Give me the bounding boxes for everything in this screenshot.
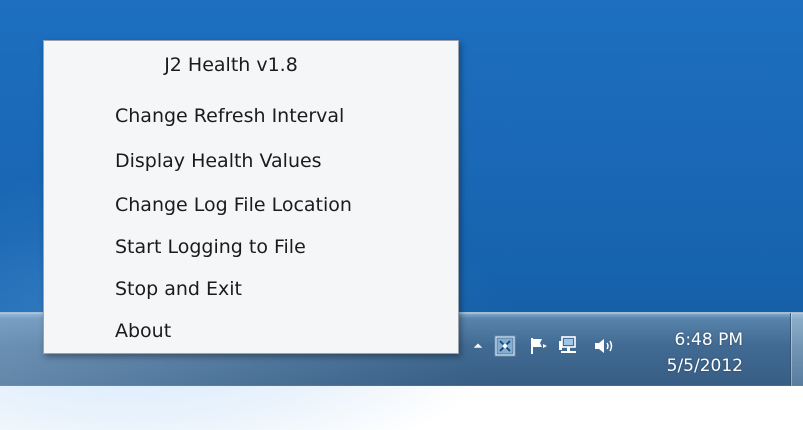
menu-item-about[interactable]: About [44, 310, 458, 352]
clock-date: 5/5/2012 [666, 356, 743, 376]
tray-context-menu: J2 Health v1.8 Change Refresh Interval D… [43, 40, 459, 354]
menu-item-change-refresh-interval[interactable]: Change Refresh Interval [44, 95, 458, 140]
show-hidden-icons-arrow-icon[interactable] [464, 331, 492, 361]
health-app-tray-icon[interactable] [491, 331, 519, 361]
show-desktop-button[interactable] [790, 313, 803, 386]
taskbar-clock[interactable]: 6:48 PM 5/5/2012 [645, 327, 743, 381]
menu-item-start-logging-to-file[interactable]: Start Logging to File [44, 226, 458, 268]
menu-title: J2 Health v1.8 [164, 54, 298, 76]
network-icon[interactable] [556, 331, 584, 361]
menu-item-stop-and-exit[interactable]: Stop and Exit [44, 268, 458, 310]
clock-time: 6:48 PM [674, 330, 744, 350]
menu-list: Change Refresh Interval Display Health V… [44, 95, 458, 352]
menu-item-display-health-values[interactable]: Display Health Values [44, 140, 458, 184]
notification-area: 6:48 PM 5/5/2012 [452, 313, 803, 386]
action-center-flag-icon[interactable] [525, 331, 553, 361]
menu-item-change-log-file-location[interactable]: Change Log File Location [44, 184, 458, 226]
volume-icon[interactable] [590, 331, 618, 361]
